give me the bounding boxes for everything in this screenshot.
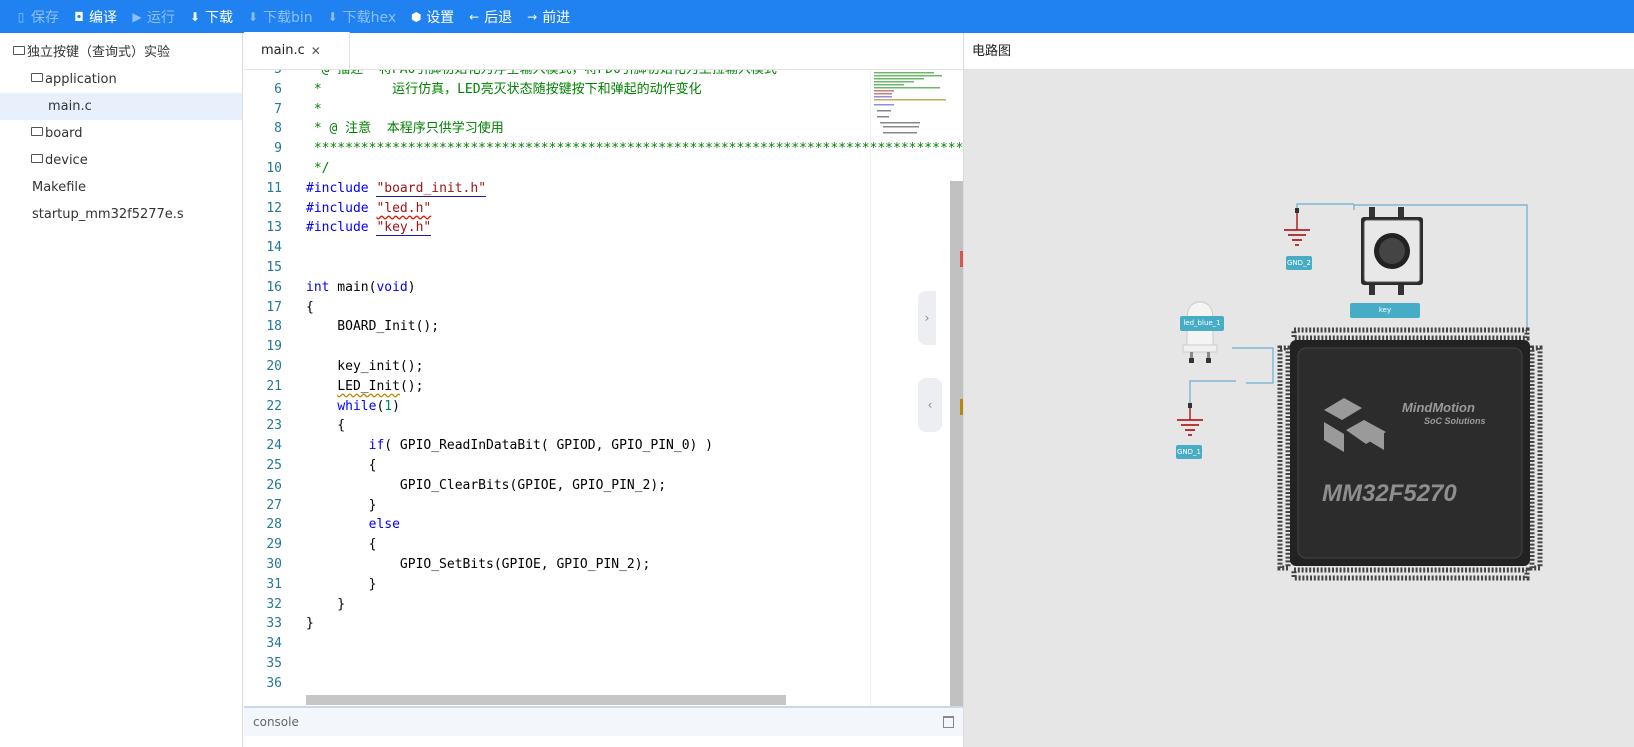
code-line: 15: [266, 259, 282, 275]
code-line: 24 if( GPIO_ReadInDataBit( GPIOD, GPIO_P…: [266, 438, 714, 454]
chip-subtitle: SoC Solutions: [1424, 416, 1486, 426]
chip-model: MM32F5270: [1322, 480, 1457, 507]
code-line: 13 #include "key.h": [266, 220, 432, 237]
code-line: 19: [266, 339, 282, 355]
led-label: led_blue_1: [1180, 316, 1224, 331]
settings-icon: ⬢: [410, 9, 422, 24]
ground-symbol: [1177, 403, 1203, 436]
code-line: 12 #include "led.h": [266, 200, 432, 216]
download-icon: ⬇: [247, 9, 259, 24]
ground-symbol: [1284, 208, 1310, 246]
code-line: 21 LED_Init();: [266, 378, 424, 394]
code-line: 9 **************************************…: [274, 141, 963, 157]
code-line: 27 }: [266, 497, 377, 513]
circuit-panel: 电路图 GND_2 GND_1 key led_blue_1 MindMotio…: [963, 33, 1634, 747]
gnd-2-label: GND_2: [1286, 256, 1312, 270]
circuit-title: 电路图: [964, 33, 1634, 70]
console-bar[interactable]: console: [244, 706, 963, 736]
mcu-chip: [1277, 327, 1543, 581]
code-line: 23 {: [266, 418, 346, 434]
key-label: key: [1350, 303, 1420, 318]
download-hex-button[interactable]: ⬇ 下载hex: [326, 7, 397, 27]
tree-item-startup[interactable]: startup_mm32f5277e.s: [0, 201, 242, 228]
play-icon: ▶: [132, 9, 142, 24]
save-button[interactable]: ▯ 保存: [14, 7, 59, 27]
folder-icon: [31, 154, 43, 163]
code-icon: ◘: [74, 9, 84, 24]
back-button[interactable]: ← 后退: [467, 7, 512, 27]
push-button-component: [1361, 207, 1423, 295]
circuit-wires: [1177, 203, 1543, 581]
code-line: 36: [266, 675, 282, 691]
download-bin-button[interactable]: ⬇ 下载bin: [246, 7, 313, 27]
code-line: 11 #include "board_init.h": [266, 180, 487, 197]
code-line: 18 BOARD_Init();: [266, 319, 440, 335]
minimap-preview: [874, 72, 946, 134]
chevron-right-icon[interactable]: ›: [918, 291, 936, 345]
code-line: 26 GPIO_ClearBits(GPIOE, GPIO_PIN_2);: [266, 477, 667, 493]
code-line: 16 int main(void): [266, 279, 416, 295]
chip-brand: MindMotion: [1402, 400, 1475, 415]
code-line: 32 }: [266, 596, 346, 612]
circuit-canvas[interactable]: GND_2 GND_1 key led_blue_1 MindMotion So…: [964, 70, 1634, 747]
save-icon: ▯: [17, 9, 25, 24]
code-line: 34: [266, 636, 282, 652]
folder-icon: [31, 127, 43, 136]
tree-item-project[interactable]: 独立按键（查询式）实验: [0, 39, 242, 66]
code-line: 30 GPIO_SetBits(GPIOE, GPIO_PIN_2);: [266, 556, 651, 572]
toolbar: ▯ 保存 ◘ 编译 ▶ 运行 ⬇ 下载 ⬇ 下载bin ⬇ 下载hex ⬢ 设置 ← 后退 → 前…: [0, 0, 1634, 33]
code-editor[interactable]: 5 @ 描述 将PA0引脚初始化为浮空输入模式，将PD0引脚初始化为上拉输入模式…: [244, 70, 963, 706]
code-line: 8 * @ 注意 本程序只供学习使用: [274, 121, 504, 137]
gnd-1-label: GND_1: [1176, 445, 1202, 459]
run-button[interactable]: ▶ 运行: [130, 7, 175, 27]
tree-item-device[interactable]: device: [0, 147, 242, 174]
led-component: [1182, 301, 1218, 363]
tree-item-board[interactable]: board: [0, 120, 242, 147]
tree-item-application[interactable]: application: [0, 66, 242, 93]
download-icon: ⬇: [327, 9, 338, 24]
code-line: 22 while(1): [266, 398, 400, 414]
chevron-left-icon[interactable]: ‹: [918, 378, 942, 432]
code-line: 33}: [266, 616, 314, 632]
compile-button[interactable]: ◘ 编译: [72, 7, 117, 27]
code-line: 20 key_init();: [266, 358, 424, 374]
file-tree: 独立按键（查询式）实验 application main.c board dev…: [0, 33, 243, 747]
tab-bar: main.c ✕: [244, 32, 963, 70]
tab-main-c[interactable]: main.c ✕: [244, 32, 350, 69]
code-line: 28 else: [266, 517, 400, 533]
horizontal-scrollbar[interactable]: [306, 695, 786, 705]
tree-item-main-c[interactable]: main.c: [0, 93, 242, 120]
code-line: 29 {: [266, 537, 377, 553]
code-line: 31 }: [266, 576, 377, 592]
code-line: 35: [266, 655, 282, 671]
code-line: 5 @ 描述 将PA0引脚初始化为浮空输入模式，将PD0引脚初始化为上拉输入模式: [244, 70, 963, 80]
code-line: 7 *: [274, 101, 322, 117]
code-line: 10 */: [266, 160, 330, 176]
arrow-left-icon: ←: [469, 9, 480, 24]
trash-icon[interactable]: [943, 716, 954, 728]
editor-area: main.c ✕ 5 @ 描述 将PA0引脚初始化为浮空输入模式，将PD0引脚初…: [244, 32, 963, 747]
settings-button[interactable]: ⬢ 设置: [409, 7, 454, 27]
folder-icon: [13, 46, 25, 55]
code-line: 6 * 运行仿真，LED亮灭状态随按键按下和弹起的动作变化: [274, 81, 702, 97]
download-button[interactable]: ⬇ 下载: [188, 7, 233, 27]
arrow-right-icon: →: [527, 9, 538, 24]
download-icon: ⬇: [189, 9, 201, 24]
tree-item-makefile[interactable]: Makefile: [0, 174, 242, 201]
forward-button[interactable]: → 前进: [525, 7, 570, 27]
code-line: 25 {: [266, 457, 377, 473]
code-line: 17{: [266, 299, 314, 315]
close-icon[interactable]: ✕: [311, 44, 321, 58]
code-line: 14: [266, 240, 282, 256]
folder-icon: [31, 73, 43, 82]
